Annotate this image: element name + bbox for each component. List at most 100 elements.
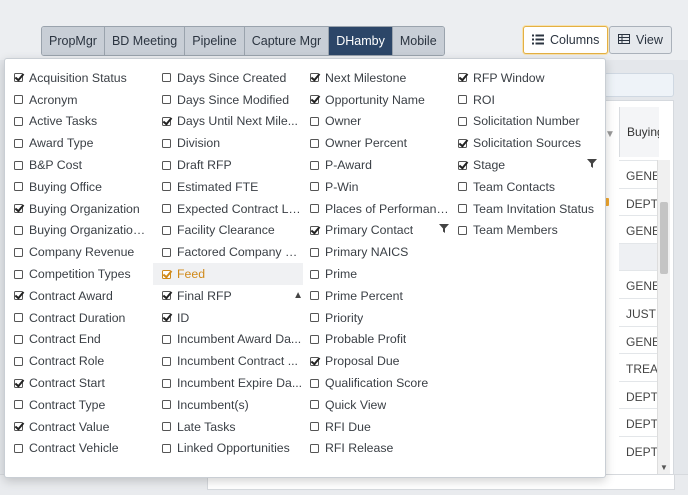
checkbox-unchecked[interactable] (310, 138, 319, 148)
checkbox-unchecked[interactable] (162, 182, 171, 192)
checkbox-unchecked[interactable] (14, 356, 23, 366)
checkbox-checked[interactable] (310, 73, 319, 83)
checkbox-checked[interactable] (310, 225, 319, 235)
column-option-quick-view[interactable]: Quick View (301, 394, 449, 416)
tab-propmgr[interactable]: PropMgr (42, 27, 105, 55)
column-option-contract-value[interactable]: Contract Value (5, 416, 151, 438)
column-option-late-tasks[interactable]: Late Tasks (153, 416, 303, 438)
column-filter-icon[interactable]: ▼ (605, 129, 615, 140)
column-option-factored-company-r[interactable]: Factored Company R... (153, 241, 303, 263)
checkbox-checked[interactable] (458, 138, 467, 148)
column-option-feed[interactable]: Feed (153, 263, 303, 285)
checkbox-unchecked[interactable] (310, 378, 319, 388)
column-option-roi[interactable]: ROI (449, 89, 597, 111)
checkbox-checked[interactable] (162, 116, 171, 126)
column-option-award-type[interactable]: Award Type (5, 132, 151, 154)
column-option-incumbent-expire-da[interactable]: Incumbent Expire Da... (153, 372, 303, 394)
column-option-id[interactable]: ID (153, 307, 303, 329)
scroll-down-icon[interactable]: ▼ (660, 463, 668, 472)
checkbox-unchecked[interactable] (162, 247, 171, 257)
column-option-rfi-release[interactable]: RFI Release (301, 438, 449, 460)
column-option-days-since-created[interactable]: Days Since Created (153, 67, 303, 89)
checkbox-unchecked[interactable] (310, 204, 319, 214)
checkbox-unchecked[interactable] (14, 400, 23, 410)
checkbox-unchecked[interactable] (458, 204, 467, 214)
checkbox-unchecked[interactable] (458, 95, 467, 105)
column-option-contract-role[interactable]: Contract Role (5, 350, 151, 372)
column-option-division[interactable]: Division (153, 132, 303, 154)
column-option-contract-vehicle[interactable]: Contract Vehicle (5, 438, 151, 460)
column-option-contract-duration[interactable]: Contract Duration (5, 307, 151, 329)
checkbox-unchecked[interactable] (162, 400, 171, 410)
table-cell[interactable]: DEPT (619, 187, 659, 216)
column-option-draft-rfp[interactable]: Draft RFP (153, 154, 303, 176)
column-option-p-win[interactable]: P-Win (301, 176, 449, 198)
table-cell[interactable]: JUSTI (619, 297, 659, 326)
column-option-buying-organization[interactable]: Buying Organization (5, 198, 151, 220)
checkbox-unchecked[interactable] (14, 160, 23, 170)
column-option-days-since-modified[interactable]: Days Since Modified (153, 89, 303, 111)
checkbox-unchecked[interactable] (162, 204, 171, 214)
checkbox-unchecked[interactable] (162, 160, 171, 170)
checkbox-unchecked[interactable] (162, 422, 171, 432)
tab-pipeline[interactable]: Pipeline (185, 27, 245, 55)
checkbox-unchecked[interactable] (310, 291, 319, 301)
checkbox-checked[interactable] (162, 291, 171, 301)
column-option-b-p-cost[interactable]: B&P Cost (5, 154, 151, 176)
column-option-primary-contact[interactable]: Primary Contact (301, 220, 449, 242)
checkbox-unchecked[interactable] (14, 225, 23, 235)
checkbox-unchecked[interactable] (310, 313, 319, 323)
checkbox-checked[interactable] (14, 378, 23, 388)
checkbox-unchecked[interactable] (310, 422, 319, 432)
table-cell[interactable] (619, 242, 659, 271)
table-cell[interactable]: GENE (619, 160, 659, 188)
table-cell[interactable]: GENE (619, 270, 659, 298)
checkbox-unchecked[interactable] (162, 225, 171, 235)
checkbox-unchecked[interactable] (162, 356, 171, 366)
checkbox-unchecked[interactable] (310, 247, 319, 257)
checkbox-unchecked[interactable] (458, 225, 467, 235)
checkbox-unchecked[interactable] (162, 138, 171, 148)
column-option-opportunity-name[interactable]: Opportunity Name (301, 89, 449, 111)
checkbox-unchecked[interactable] (14, 269, 23, 279)
scrollbar-thumb[interactable] (660, 202, 668, 274)
column-option-owner[interactable]: Owner (301, 111, 449, 133)
checkbox-unchecked[interactable] (162, 378, 171, 388)
checkbox-unchecked[interactable] (310, 116, 319, 126)
view-button[interactable]: View (609, 26, 672, 54)
column-option-days-until-next-mile[interactable]: Days Until Next Mile... (153, 111, 303, 133)
checkbox-unchecked[interactable] (310, 400, 319, 410)
column-option-rfi-due[interactable]: RFI Due (301, 416, 449, 438)
column-option-proposal-due[interactable]: Proposal Due (301, 350, 449, 372)
column-option-contract-end[interactable]: Contract End (5, 329, 151, 351)
checkbox-unchecked[interactable] (310, 334, 319, 344)
tab-bd-meeting[interactable]: BD Meeting (104, 27, 186, 55)
checkbox-unchecked[interactable] (14, 443, 23, 453)
checkbox-unchecked[interactable] (14, 334, 23, 344)
checkbox-unchecked[interactable] (162, 73, 171, 83)
tab-capture-mgr[interactable]: Capture Mgr (244, 27, 330, 55)
table-cell[interactable]: GENE (619, 215, 659, 243)
checkbox-unchecked[interactable] (310, 160, 319, 170)
column-option-team-contacts[interactable]: Team Contacts (449, 176, 597, 198)
column-option-p-award[interactable]: P-Award (301, 154, 449, 176)
column-option-priority[interactable]: Priority (301, 307, 449, 329)
column-option-contract-start[interactable]: Contract Start (5, 372, 151, 394)
tab-dhamby[interactable]: DHamby (329, 27, 393, 55)
checkbox-unchecked[interactable] (14, 116, 23, 126)
column-option-incumbent-s[interactable]: Incumbent(s) (153, 394, 303, 416)
checkbox-checked[interactable] (14, 73, 23, 83)
checkbox-checked[interactable] (14, 422, 23, 432)
column-option-active-tasks[interactable]: Active Tasks (5, 111, 151, 133)
column-option-qualification-score[interactable]: Qualification Score (301, 372, 449, 394)
checkbox-unchecked[interactable] (310, 182, 319, 192)
checkbox-unchecked[interactable] (14, 138, 23, 148)
table-cell[interactable]: DEPT (619, 435, 659, 464)
column-option-linked-opportunities[interactable]: Linked Opportunities (153, 438, 303, 460)
checkbox-unchecked[interactable] (14, 95, 23, 105)
checkbox-checked[interactable] (162, 269, 171, 279)
checkbox-unchecked[interactable] (458, 182, 467, 192)
column-option-acquisition-status[interactable]: Acquisition Status (5, 67, 151, 89)
column-option-places-of-performance[interactable]: Places of Performance (301, 198, 449, 220)
column-option-solicitation-sources[interactable]: Solicitation Sources (449, 132, 597, 154)
